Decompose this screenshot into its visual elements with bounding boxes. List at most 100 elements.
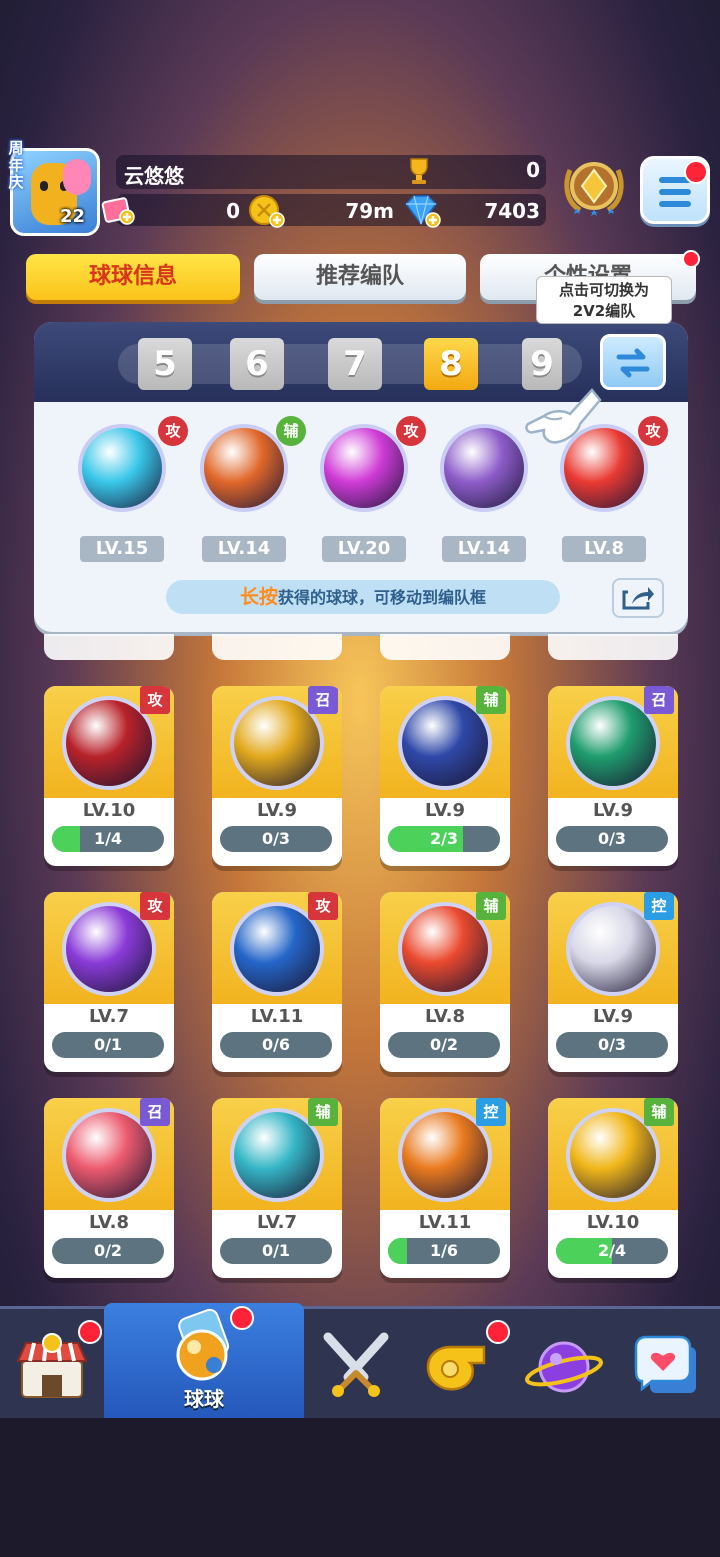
ball-card[interactable]: 辅 LV.10 2/4 bbox=[548, 1098, 678, 1278]
progress-text: 1/4 bbox=[93, 829, 123, 848]
progress-text: 0/3 bbox=[597, 829, 627, 848]
ball-upgrade-progress: 2/3 bbox=[388, 826, 500, 852]
progress-text: 2/3 bbox=[429, 829, 459, 848]
nav-planet[interactable] bbox=[512, 1309, 616, 1421]
ball-type-tag: 召 bbox=[308, 686, 338, 714]
hint-text: 获得的球球，可移动到编队框 bbox=[278, 588, 487, 607]
share-icon bbox=[622, 587, 654, 610]
tab-recommended-formation[interactable]: 推荐编队 bbox=[254, 254, 466, 300]
team-ball-5-level: LV.8 bbox=[562, 536, 646, 562]
ball-type-tag: 辅 bbox=[476, 892, 506, 920]
ball-upgrade-progress: 0/2 bbox=[388, 1032, 500, 1058]
nav-chat[interactable] bbox=[616, 1309, 720, 1421]
trophy-count: 0 bbox=[526, 158, 540, 182]
gem-plus-icon[interactable] bbox=[398, 192, 442, 230]
ball-card-header: 攻 bbox=[44, 892, 174, 1004]
ball-notification-dot bbox=[230, 1306, 254, 1330]
ball-upgrade-progress: 0/3 bbox=[556, 1032, 668, 1058]
hidden-card-row-edge bbox=[44, 634, 174, 660]
ball-type-tag: 攻 bbox=[308, 892, 338, 920]
ball-level: LV.7 bbox=[89, 1006, 129, 1027]
shield-break-orb-icon bbox=[320, 424, 408, 512]
ball-upgrade-progress: 2/4 bbox=[556, 1238, 668, 1264]
ball-card[interactable]: 辅 LV.9 2/3 bbox=[380, 686, 510, 866]
ball-type-tag: 控 bbox=[476, 1098, 506, 1126]
ball-card[interactable]: 控 LV.9 0/3 bbox=[548, 892, 678, 1072]
ball-level: LV.10 bbox=[82, 800, 136, 821]
ball-card[interactable]: 召 LV.9 0/3 bbox=[548, 686, 678, 866]
progress-text: 0/3 bbox=[261, 829, 291, 848]
formation-slot-7[interactable]: 7 bbox=[328, 338, 382, 390]
team-ball-4[interactable] bbox=[434, 418, 534, 518]
ball-card[interactable]: 控 LV.11 1/6 bbox=[380, 1098, 510, 1278]
team-ball-1-type-tag: 攻 bbox=[158, 416, 188, 446]
gem-count: 7403 bbox=[484, 199, 540, 223]
figures-orb-icon bbox=[440, 424, 528, 512]
menu-line bbox=[659, 201, 691, 207]
ball-level: LV.9 bbox=[425, 800, 465, 821]
player-level: 22 bbox=[60, 206, 86, 227]
rank-badge-icon[interactable] bbox=[560, 156, 628, 226]
nav-ball-label: 球球 bbox=[184, 1387, 224, 1411]
ball-type-tag: 辅 bbox=[644, 1098, 674, 1126]
ball-level: LV.11 bbox=[418, 1212, 472, 1233]
tab-ball-info[interactable]: 球球信息 bbox=[26, 254, 240, 300]
progress-text: 2/4 bbox=[597, 1241, 627, 1260]
chat-icon bbox=[634, 1335, 696, 1393]
progress-text: 0/2 bbox=[93, 1241, 123, 1260]
progress-text: 0/6 bbox=[261, 1035, 291, 1054]
team-ball-1[interactable] bbox=[72, 418, 172, 518]
ball-card[interactable]: 辅 LV.8 0/2 bbox=[380, 892, 510, 1072]
ball-upgrade-progress: 0/2 bbox=[52, 1238, 164, 1264]
ball-card-header: 辅 bbox=[380, 686, 510, 798]
whistle-notification-dot bbox=[486, 1320, 510, 1344]
distance-count: 79m bbox=[345, 199, 394, 223]
tooltip-line-2: 2V2编队 bbox=[572, 302, 636, 320]
nav-ball[interactable]: 球球 bbox=[104, 1303, 304, 1421]
avatar-companion bbox=[63, 159, 91, 195]
ball-type-tag: 攻 bbox=[140, 686, 170, 714]
coin-plus-icon[interactable] bbox=[246, 192, 286, 230]
ball-type-tag: 辅 bbox=[308, 1098, 338, 1126]
progress-text: 1/6 bbox=[429, 1241, 459, 1260]
ball-type-tag: 攻 bbox=[140, 892, 170, 920]
hidden-card-row-edge bbox=[548, 634, 678, 660]
ball-card-header: 控 bbox=[380, 1098, 510, 1210]
anniversary-badge[interactable]: 周年庆 bbox=[4, 140, 28, 191]
trident-orb-icon bbox=[78, 424, 166, 512]
progress-text: 0/1 bbox=[93, 1035, 123, 1054]
ball-card[interactable]: 攻 LV.10 1/4 bbox=[44, 686, 174, 866]
formation-slot-6[interactable]: 6 bbox=[230, 338, 284, 390]
menu-line bbox=[659, 189, 691, 195]
formation-slot-5[interactable]: 5 bbox=[138, 338, 192, 390]
planet-icon bbox=[525, 1341, 603, 1393]
ball-card-header: 辅 bbox=[380, 892, 510, 1004]
ball-card-header: 攻 bbox=[212, 892, 342, 1004]
ball-level: LV.8 bbox=[89, 1212, 129, 1233]
ball-type-tag: 控 bbox=[644, 892, 674, 920]
swap-arrows-icon bbox=[616, 348, 650, 378]
ball-card[interactable]: 攻 LV.11 0/6 bbox=[212, 892, 342, 1072]
swap-2v2-button[interactable] bbox=[600, 334, 666, 390]
ball-type-tag: 召 bbox=[140, 1098, 170, 1126]
trophy-icon bbox=[410, 158, 428, 184]
wings-orb-icon bbox=[200, 424, 288, 512]
menu-notification-dot bbox=[684, 160, 708, 184]
ball-upgrade-progress: 0/3 bbox=[220, 826, 332, 852]
ball-card-header: 召 bbox=[212, 686, 342, 798]
ball-card[interactable]: 召 LV.8 0/2 bbox=[44, 1098, 174, 1278]
hint-highlight: 长按 bbox=[239, 586, 278, 608]
nav-battle[interactable] bbox=[304, 1309, 408, 1421]
gift-plus-icon[interactable] bbox=[100, 192, 136, 226]
player-name: 云悠悠 bbox=[116, 155, 546, 189]
ball-level: LV.7 bbox=[257, 1212, 297, 1233]
custom-tab-notification-dot bbox=[682, 250, 700, 268]
ball-card[interactable]: 攻 LV.7 0/1 bbox=[44, 892, 174, 1072]
ball-card[interactable]: 辅 LV.7 0/1 bbox=[212, 1098, 342, 1278]
formation-slot-8[interactable]: 8 bbox=[424, 338, 478, 390]
formation-slot-9[interactable]: 9 bbox=[522, 338, 562, 390]
progress-text: 0/2 bbox=[429, 1035, 459, 1054]
ball-card-header: 控 bbox=[548, 892, 678, 1004]
ball-card[interactable]: 召 LV.9 0/3 bbox=[212, 686, 342, 866]
share-button[interactable] bbox=[612, 578, 664, 618]
